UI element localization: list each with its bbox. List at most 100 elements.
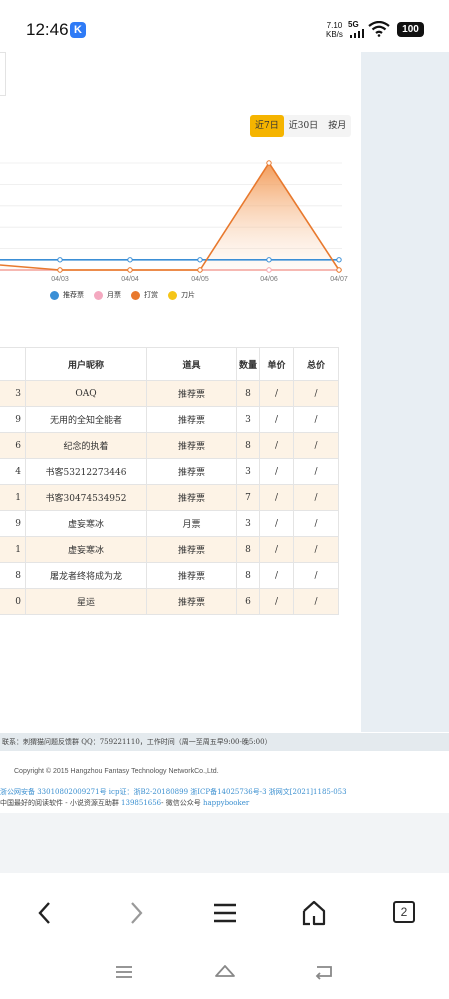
legend-item[interactable]: 刀片 (168, 290, 195, 300)
col-header-index (0, 347, 26, 381)
unit-price: / (259, 406, 294, 433)
user-nickname: OAQ (25, 380, 147, 407)
app-notification-icon: K (70, 22, 86, 38)
quantity: 3 (236, 510, 260, 537)
total-price: / (293, 432, 339, 459)
user-nickname: 书客53212273446 (25, 458, 147, 485)
legend-item[interactable]: 打赏 (131, 290, 158, 300)
quantity: 8 (236, 432, 260, 459)
data-point (127, 257, 133, 263)
back-icon[interactable] (30, 898, 60, 928)
user-nickname: 书客30474534952 (25, 484, 147, 511)
col-header-qty: 数量 (236, 347, 260, 381)
gift-records-table: 用户昵称 道具 数量 单价 总价 3 OAQ 推荐票 8//9 无用的全知全能者 推荐票 3… (0, 347, 339, 615)
x-tick-label: 04/06 (260, 276, 278, 283)
group-link[interactable]: 139851656 (121, 799, 161, 807)
legend-item[interactable]: 推荐票 (50, 290, 84, 300)
system-home-icon[interactable] (214, 962, 236, 980)
row-index: 0 (0, 588, 26, 615)
table-row: 4 书客53212273446 推荐票 3// (0, 458, 339, 485)
user-nickname: 星运 (25, 588, 147, 615)
unit-price: / (259, 380, 294, 407)
item-type: 推荐票 (146, 484, 237, 511)
item-type: 推荐票 (146, 432, 237, 459)
system-nav-bar (0, 950, 449, 999)
clock: 12:46 (26, 20, 69, 39)
x-tick-label: 04/07 (330, 276, 348, 283)
row-index: 9 (0, 510, 26, 537)
forward-icon[interactable] (121, 898, 151, 928)
quantity: 3 (236, 406, 260, 433)
signal-icon (350, 29, 364, 38)
total-price: / (293, 380, 339, 407)
legend-dot (168, 290, 177, 300)
recents-icon[interactable] (114, 964, 134, 980)
status-bar: 12:46 K 7.10 KB/s 5G 100 (0, 0, 449, 60)
data-point (57, 257, 63, 263)
tabs-count-button[interactable]: 2 (393, 901, 415, 923)
row-index: 3 (0, 380, 26, 407)
x-tick-label: 04/05 (191, 276, 209, 283)
slogan-line: 中国最好的阅读软件 - 小说资源互助群 139851656- 微信公众号 hap… (0, 799, 250, 807)
network-type: 5G (348, 20, 359, 29)
user-nickname: 虚妄寒冰 (25, 536, 147, 563)
item-type: 推荐票 (146, 588, 237, 615)
legend-dot (50, 290, 59, 300)
table-row: 0 星运 推荐票 6// (0, 588, 339, 615)
period-tabs: 近7日 近30日 按月 (250, 115, 352, 137)
unit-price: / (259, 588, 294, 615)
tab-7-days[interactable]: 近7日 (250, 115, 284, 137)
home-icon[interactable] (299, 898, 329, 928)
tab-30-days[interactable]: 近30日 (284, 115, 323, 137)
tab-monthly[interactable]: 按月 (323, 115, 351, 137)
table-row: 6 纪念的执着 推荐票 8// (0, 432, 339, 459)
legend-label: 打赏 (144, 291, 158, 299)
quantity: 8 (236, 536, 260, 563)
wifi-icon (368, 21, 390, 37)
browser-toolbar: 2 (0, 873, 449, 953)
data-point (197, 257, 203, 263)
x-tick-label: 04/04 (121, 276, 139, 283)
total-price: / (293, 510, 339, 537)
system-back-icon[interactable] (313, 962, 335, 980)
area-fill-reward (0, 163, 339, 270)
col-header-unit-price: 单价 (259, 347, 294, 381)
data-point (127, 267, 133, 273)
total-price: / (293, 458, 339, 485)
item-type: 推荐票 (146, 406, 237, 433)
row-index: 4 (0, 458, 26, 485)
table-row: 9 虚妄寒冰 月票 3// (0, 510, 339, 537)
wechat-link[interactable]: happybooker (203, 799, 249, 807)
item-type: 推荐票 (146, 380, 237, 407)
table-header-row: 用户昵称 道具 数量 单价 总价 (0, 347, 339, 381)
data-point (336, 267, 342, 273)
item-type: 推荐票 (146, 562, 237, 589)
icp-links[interactable]: 浙公网安备 33010802009271号 icp证：浙B2-20180899 … (0, 787, 347, 797)
item-type: 推荐票 (146, 536, 237, 563)
total-price: / (293, 484, 339, 511)
table-row: 9 无用的全知全能者 推荐票 3// (0, 406, 339, 433)
menu-icon[interactable] (210, 898, 240, 928)
quantity: 7 (236, 484, 260, 511)
quantity: 8 (236, 380, 260, 407)
col-header-item: 道具 (146, 347, 237, 381)
legend-dot (94, 290, 103, 300)
data-point (266, 267, 272, 273)
quantity: 6 (236, 588, 260, 615)
legend-item[interactable]: 月票 (94, 290, 121, 300)
user-nickname: 无用的全知全能者 (25, 406, 147, 433)
unit-price: / (259, 458, 294, 485)
contact-strip: 联系：刺猬猫问题反馈群 QQ：759221110，工作时间（周一至周五早9:00… (0, 733, 449, 751)
unit-price: / (259, 536, 294, 563)
unit-price: / (259, 562, 294, 589)
data-point (197, 267, 203, 273)
item-type: 推荐票 (146, 458, 237, 485)
user-nickname: 纪念的执着 (25, 432, 147, 459)
table-row: 1 书客30474534952 推荐票 7// (0, 484, 339, 511)
total-price: / (293, 562, 339, 589)
battery-icon: 100 (397, 22, 424, 37)
legend-label: 月票 (107, 291, 121, 299)
row-index: 1 (0, 536, 26, 563)
table-row: 3 OAQ 推荐票 8// (0, 380, 339, 407)
table-row: 8 屠龙者终将成为龙 推荐票 8// (0, 562, 339, 589)
